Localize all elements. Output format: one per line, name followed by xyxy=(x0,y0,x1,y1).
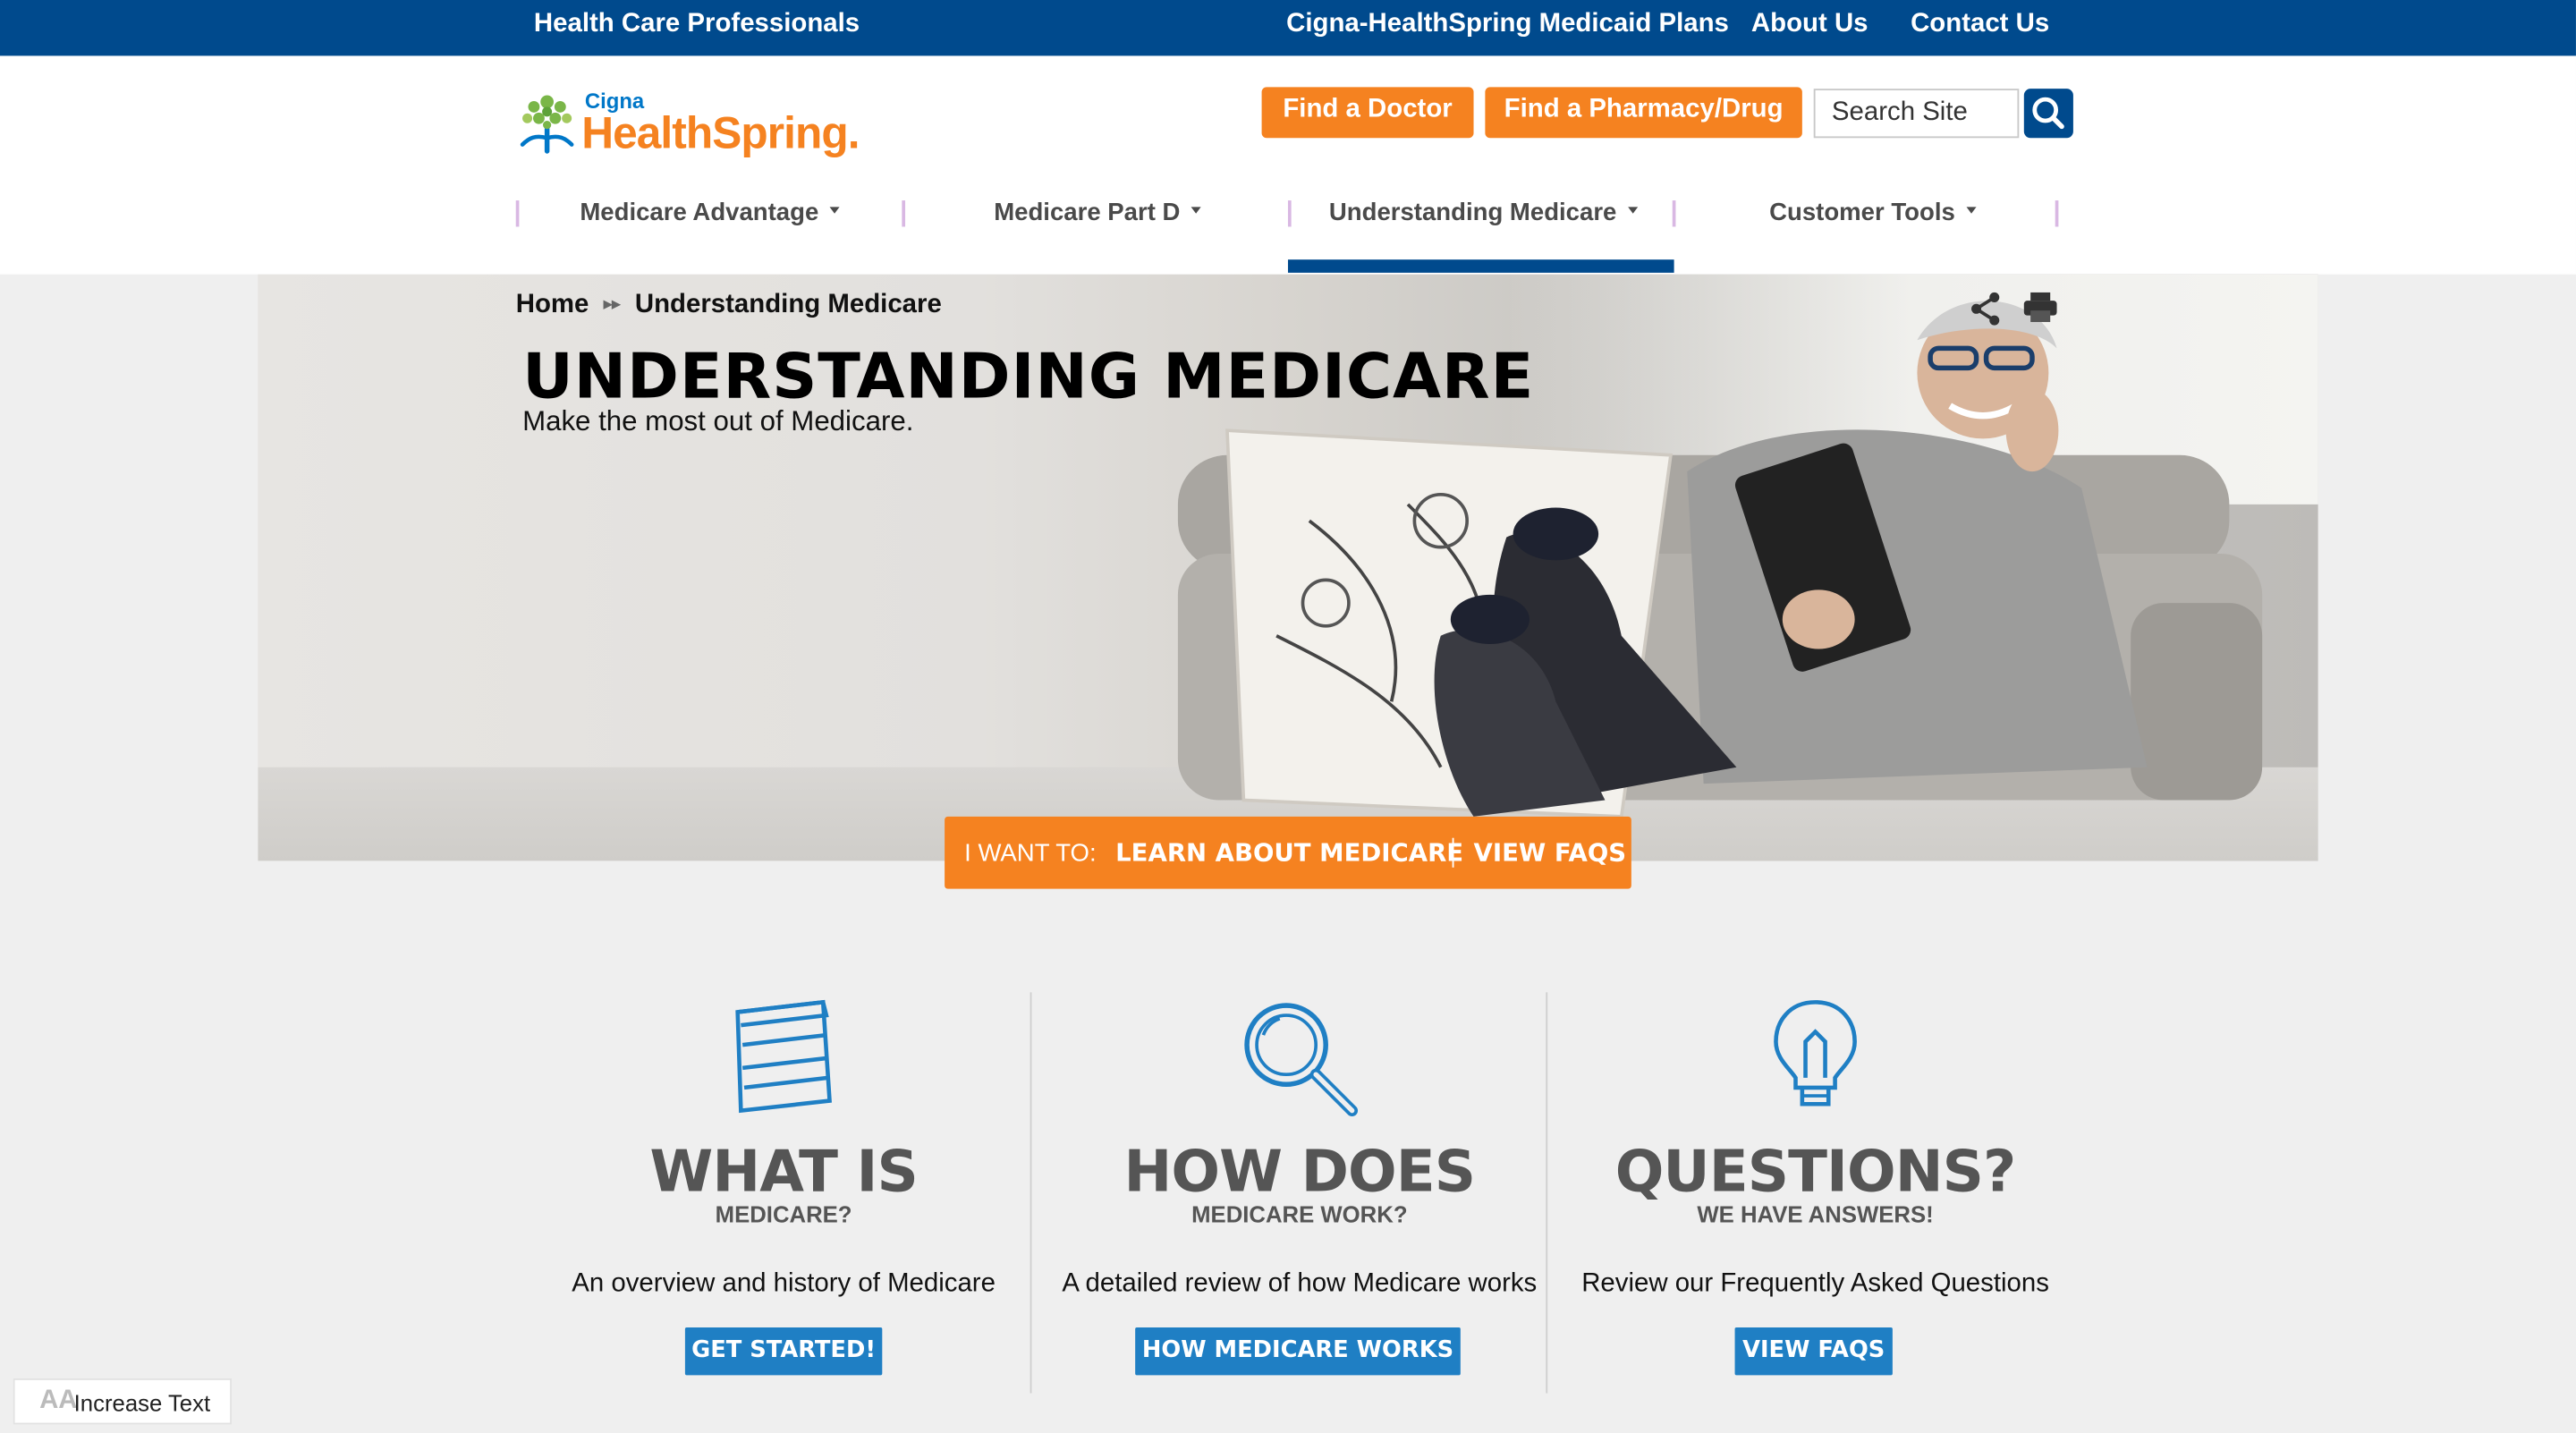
nav-item-label: Understanding Medicare xyxy=(1328,199,1617,227)
how-medicare-works-button[interactable]: HOW MEDICARE WORKS xyxy=(1135,1327,1461,1376)
nav-separator xyxy=(1672,200,1676,227)
search-icon xyxy=(2032,97,2064,130)
nav-item-label: Customer Tools xyxy=(1769,199,1955,227)
nav-active-indicator xyxy=(1287,259,1674,273)
breadcrumb-home-link[interactable]: Home xyxy=(516,291,589,318)
i-want-to-label: I WANT TO: xyxy=(964,839,1097,868)
healthspring-wordmark: HealthSpring. xyxy=(581,108,860,158)
feature-heading: QUESTIONS? xyxy=(1614,1140,2017,1207)
nav-item-understanding-medicare[interactable]: Understanding Medicare xyxy=(1328,199,1639,227)
magnifier-icon xyxy=(1244,1003,1359,1117)
contact-us-link[interactable]: Contact Us xyxy=(1911,10,2049,39)
search-button[interactable] xyxy=(2023,89,2073,139)
nav-item-label: Medicare Advantage xyxy=(580,199,819,227)
feature-icon-wrap xyxy=(526,996,1042,1119)
increase-text-button[interactable]: AA Increase Text xyxy=(13,1378,232,1425)
view-faqs-link[interactable]: VIEW FAQS xyxy=(1474,838,1627,868)
column-divider xyxy=(1030,992,1032,1394)
nav-item-label: Medicare Part D xyxy=(994,199,1181,227)
top-utility-bar: Health Care Professionals Cigna-HealthSp… xyxy=(0,0,2576,56)
caret-down-icon xyxy=(830,207,841,214)
caret-down-icon xyxy=(1191,207,1202,214)
nav-item-medicare-advantage[interactable]: Medicare Advantage xyxy=(580,199,841,227)
nav-item-medicare-part-d[interactable]: Medicare Part D xyxy=(994,199,1202,227)
print-icon[interactable] xyxy=(2022,289,2058,325)
lightbulb-icon xyxy=(1774,1000,1857,1107)
nav-item-customer-tools[interactable]: Customer Tools xyxy=(1769,199,1977,226)
page-title: UNDERSTANDING MEDICARE xyxy=(522,340,1535,413)
text-size-icon: AA xyxy=(39,1386,78,1415)
view-faqs-button[interactable]: VIEW FAQS xyxy=(1734,1327,1893,1376)
nav-separator xyxy=(1287,200,1292,227)
caret-down-icon xyxy=(1966,207,1977,214)
nav-separator xyxy=(2055,200,2059,227)
feature-what-is-medicare: WHAT IS MEDICARE? An overview and histor… xyxy=(526,986,1042,1396)
column-divider xyxy=(1546,992,1548,1394)
feature-subheading: MEDICARE? xyxy=(715,1200,852,1228)
feature-description: A detailed review of how Medicare works xyxy=(1062,1269,1538,1298)
page-subtitle: Make the most out of Medicare. xyxy=(522,405,914,437)
learn-about-medicare-link[interactable]: LEARN ABOUT MEDICARE xyxy=(1115,838,1463,868)
feature-heading: HOW DOES xyxy=(1123,1140,1477,1207)
caret-down-icon xyxy=(1628,207,1639,214)
find-a-pharmacy-button[interactable]: Find a Pharmacy/Drug xyxy=(1485,87,1802,139)
feature-description: An overview and history of Medicare xyxy=(572,1269,996,1298)
breadcrumb-chevron-icon: ▸▸ xyxy=(603,295,621,314)
primary-nav: Medicare Advantage Medicare Part D Under… xyxy=(0,184,2576,275)
medicaid-plans-link[interactable]: Cigna-HealthSpring Medicaid Plans xyxy=(1286,10,1729,39)
feature-icon-wrap xyxy=(1041,996,1557,1119)
i-want-to-bar: I WANT TO: LEARN ABOUT MEDICARE VIEW FAQ… xyxy=(945,816,1631,889)
increase-text-label: Increase Text xyxy=(73,1389,211,1417)
breadcrumb-current: Understanding Medicare xyxy=(634,291,942,319)
feature-heading: WHAT IS xyxy=(649,1140,918,1207)
breadcrumb: Home ▸▸ Understanding Medicare xyxy=(516,291,942,320)
medicare-card-icon xyxy=(735,999,832,1114)
feature-subheading: MEDICARE WORK? xyxy=(1191,1200,1408,1228)
tree-logo-icon xyxy=(520,95,574,154)
find-a-doctor-button[interactable]: Find a Doctor xyxy=(1261,87,1474,139)
nav-separator xyxy=(515,200,520,227)
feature-questions: QUESTIONS? WE HAVE ANSWERS! Review our F… xyxy=(1557,986,2073,1396)
get-started-button[interactable]: GET STARTED! xyxy=(684,1327,883,1376)
i-want-to-divider xyxy=(1452,837,1454,868)
health-care-professionals-link[interactable]: Health Care Professionals xyxy=(534,10,860,39)
feature-icon-wrap xyxy=(1557,996,2073,1119)
feature-subheading: WE HAVE ANSWERS! xyxy=(1697,1200,1934,1228)
search-input[interactable] xyxy=(1813,89,2020,139)
healthspring-logo[interactable]: Cigna HealthSpring. xyxy=(516,86,860,161)
about-us-link[interactable]: About Us xyxy=(1751,10,1868,39)
hero-banner: Home ▸▸ Understanding Medicare UNDERSTANDI… xyxy=(258,274,2318,861)
share-icon[interactable] xyxy=(1968,291,2004,326)
nav-separator xyxy=(902,200,906,227)
site-header: Cigna HealthSpring. Find a Doctor Find a… xyxy=(0,55,2576,275)
feature-how-does-medicare-work: HOW DOES MEDICARE WORK? A detailed revie… xyxy=(1041,986,1557,1396)
feature-description: Review our Frequently Asked Questions xyxy=(1581,1269,2049,1298)
